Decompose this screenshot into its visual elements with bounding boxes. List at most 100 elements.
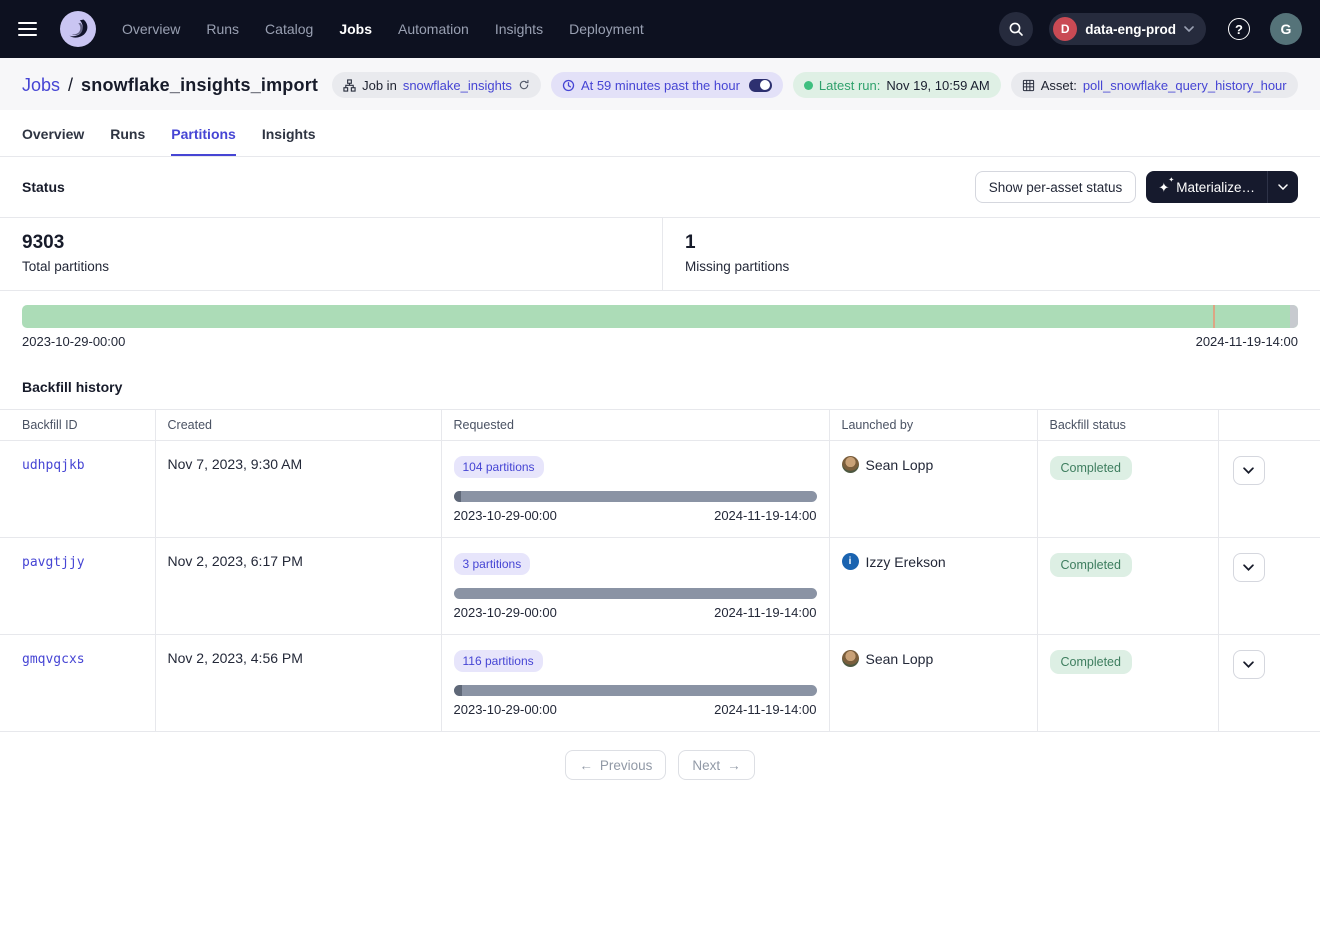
breadcrumb-separator: / (68, 75, 73, 96)
requested-cell: 3 partitions 2023-10-29-00:00 2024-11-19… (441, 538, 829, 635)
nav-overview[interactable]: Overview (122, 21, 180, 37)
status-heading: Status (22, 179, 65, 195)
total-partitions-stat: 9303 Total partitions (0, 218, 663, 290)
breadcrumb-jobs-link[interactable]: Jobs (22, 75, 60, 96)
nav-deployment[interactable]: Deployment (569, 21, 644, 37)
asset-tag-prefix: Asset: (1041, 78, 1077, 93)
status-badge: Completed (1050, 650, 1132, 674)
range-end: 2024-11-19-14:00 (714, 605, 816, 620)
row-expand-button[interactable] (1233, 553, 1265, 582)
partition-count-badge[interactable]: 3 partitions (454, 553, 531, 575)
clock-icon (562, 79, 575, 92)
search-button[interactable] (999, 12, 1033, 46)
created-cell: Nov 2, 2023, 6:17 PM (155, 538, 441, 635)
run-status-dot-icon (804, 81, 813, 90)
row-expand-button[interactable] (1233, 650, 1265, 679)
materialize-options-button[interactable] (1267, 171, 1298, 203)
primary-nav: Overview Runs Catalog Jobs Automation In… (122, 21, 644, 37)
page-tabs: Overview Runs Partitions Insights (0, 110, 1320, 157)
deployment-badge: D (1053, 17, 1077, 41)
top-nav: Overview Runs Catalog Jobs Automation In… (0, 0, 1320, 58)
backfill-id-link[interactable]: udhpqjkb (22, 458, 85, 473)
range-start: 2023-10-29-00:00 (454, 508, 557, 523)
schedule-toggle[interactable] (749, 79, 772, 92)
backfill-progress-bar (454, 588, 817, 599)
range-start: 2023-10-29-00:00 (454, 702, 557, 717)
col-backfill-status: Backfill status (1037, 410, 1218, 441)
tab-partitions[interactable]: Partitions (171, 110, 236, 156)
show-per-asset-status-button[interactable]: Show per-asset status (975, 171, 1137, 203)
tab-runs[interactable]: Runs (110, 110, 145, 156)
launched-by-name: Sean Lopp (866, 457, 934, 473)
launched-by-cell: i Izzy Erekson (842, 553, 1025, 570)
partition-health-bar[interactable] (22, 305, 1298, 328)
chevron-down-icon (1184, 26, 1194, 32)
launched-by-cell: Sean Lopp (842, 456, 1025, 473)
table-header-row: Backfill ID Created Requested Launched b… (0, 410, 1320, 441)
asset-link[interactable]: poll_snowflake_query_history_hour (1083, 78, 1287, 93)
table-row: gmqvgcxs Nov 2, 2023, 4:56 PM 116 partit… (0, 635, 1320, 732)
nav-insights[interactable]: Insights (495, 21, 543, 37)
search-icon (1008, 21, 1024, 37)
backfill-history-heading: Backfill history (0, 357, 1320, 409)
partition-health-bar-wrap: 2023-10-29-00:00 2024-11-19-14:00 (0, 291, 1320, 357)
latest-run-tag[interactable]: Latest run: Nov 19, 10:59 AM (793, 72, 1001, 98)
missing-partitions-label: Missing partitions (685, 259, 789, 274)
col-requested: Requested (441, 410, 829, 441)
chevron-down-icon (1243, 661, 1254, 668)
row-expand-button[interactable] (1233, 456, 1265, 485)
missing-partitions-value: 1 (685, 232, 789, 254)
help-button[interactable]: ? (1222, 12, 1256, 46)
status-badge: Completed (1050, 553, 1132, 577)
chevron-down-icon (1243, 467, 1254, 474)
nav-runs[interactable]: Runs (206, 21, 239, 37)
materialize-split-button: ✦✦ Materialize… (1146, 171, 1298, 203)
help-icon: ? (1228, 18, 1250, 40)
user-avatar[interactable]: G (1270, 13, 1302, 45)
range-end: 2024-11-19-14:00 (714, 702, 816, 717)
asset-tag[interactable]: Asset: poll_snowflake_query_history_hour (1011, 72, 1298, 98)
hamburger-menu-icon[interactable] (18, 16, 44, 42)
launched-by-cell: Sean Lopp (842, 650, 1025, 667)
requested-cell: 116 partitions 2023-10-29-00:00 2024-11-… (441, 635, 829, 732)
table-row: pavgtjjy Nov 2, 2023, 6:17 PM 3 partitio… (0, 538, 1320, 635)
partition-count-badge[interactable]: 116 partitions (454, 650, 543, 672)
dagster-logo-icon[interactable] (60, 11, 96, 47)
job-group-link[interactable]: snowflake_insights (403, 78, 512, 93)
refresh-icon (518, 79, 530, 91)
partition-count-badge[interactable]: 104 partitions (454, 456, 544, 478)
arrow-right-icon: → (727, 758, 741, 773)
nav-catalog[interactable]: Catalog (265, 21, 313, 37)
user-avatar: i (842, 553, 859, 570)
nav-jobs[interactable]: Jobs (339, 21, 372, 37)
materialize-button[interactable]: ✦✦ Materialize… (1146, 171, 1267, 203)
previous-page-button[interactable]: ← Previous (565, 750, 666, 780)
table-row: udhpqjkb Nov 7, 2023, 9:30 AM 104 partit… (0, 441, 1320, 538)
job-group-tag[interactable]: Job in snowflake_insights (332, 72, 541, 98)
materialize-label: Materialize… (1176, 180, 1255, 195)
breadcrumb: Jobs / snowflake_insights_import (22, 75, 318, 96)
backfill-table: Backfill ID Created Requested Launched b… (0, 409, 1320, 732)
total-partitions-label: Total partitions (22, 259, 640, 274)
requested-cell: 104 partitions 2023-10-29-00:00 2024-11-… (441, 441, 829, 538)
backfill-id-link[interactable]: pavgtjjy (22, 555, 85, 570)
backfill-id-link[interactable]: gmqvgcxs (22, 652, 85, 667)
launched-by-name: Izzy Erekson (866, 554, 946, 570)
range-end: 2024-11-19-14:00 (714, 508, 816, 523)
schedule-tag[interactable]: At 59 minutes past the hour (551, 72, 783, 98)
asset-grid-icon (1022, 79, 1035, 92)
tab-overview[interactable]: Overview (22, 110, 84, 156)
missing-partitions-stat: 1 Missing partitions (663, 218, 811, 290)
partition-stats: 9303 Total partitions 1 Missing partitio… (0, 217, 1320, 291)
col-backfill-id: Backfill ID (0, 410, 155, 441)
latest-run-time: Nov 19, 10:59 AM (886, 78, 989, 93)
nav-automation[interactable]: Automation (398, 21, 469, 37)
user-avatar (842, 456, 859, 473)
latest-run-prefix: Latest run: (819, 78, 880, 93)
deployment-switcher[interactable]: D data-eng-prod (1049, 13, 1206, 45)
next-page-button[interactable]: Next → (678, 750, 754, 780)
backfill-progress-bar (454, 685, 817, 696)
tab-insights[interactable]: Insights (262, 110, 316, 156)
chevron-down-icon (1243, 564, 1254, 571)
schedule-label: At 59 minutes past the hour (581, 78, 740, 93)
